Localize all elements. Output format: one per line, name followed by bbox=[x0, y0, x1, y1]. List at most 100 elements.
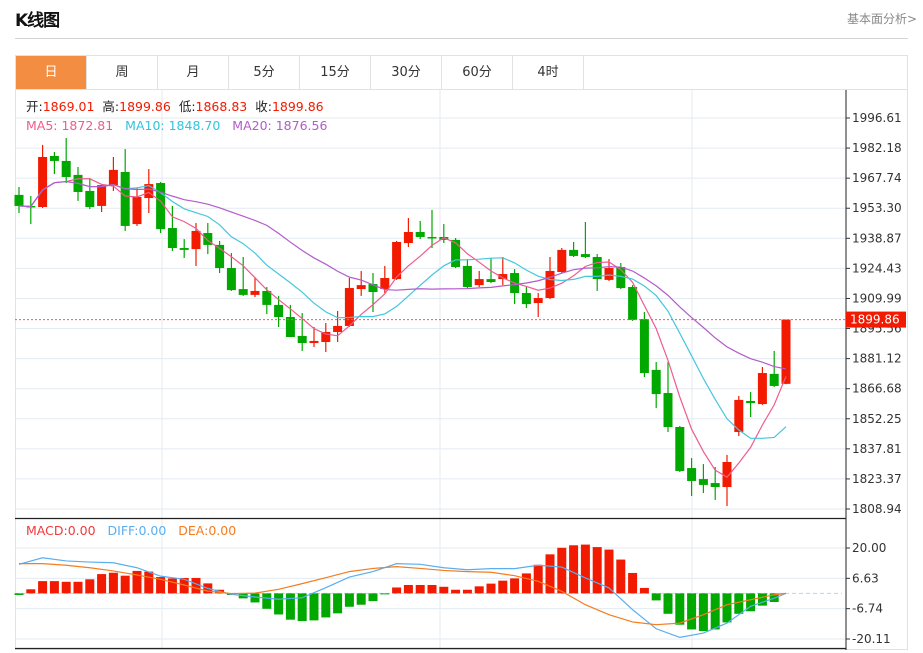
candle-up bbox=[144, 169, 154, 214]
candle-body bbox=[521, 293, 531, 305]
candle-up bbox=[191, 223, 201, 266]
candle-down bbox=[61, 138, 71, 184]
macd-bar-negative bbox=[274, 593, 284, 615]
candle-down bbox=[120, 149, 130, 231]
last-price-label: 1899.86 bbox=[850, 313, 900, 327]
candle-body bbox=[769, 373, 779, 386]
candle-body bbox=[557, 249, 567, 272]
candle-body bbox=[415, 231, 425, 237]
candle-body bbox=[333, 325, 343, 332]
macd-bar-negative bbox=[309, 593, 319, 621]
candle-down bbox=[628, 285, 638, 321]
price-tick-label: 1837.81 bbox=[852, 442, 902, 456]
candle-body bbox=[427, 236, 437, 239]
macd-bar-negative bbox=[368, 593, 378, 602]
candle-body bbox=[297, 335, 307, 344]
candle-down bbox=[415, 220, 425, 240]
price-tick-label: 1967.74 bbox=[852, 171, 902, 185]
candle-down bbox=[427, 209, 437, 249]
macd-bar-positive bbox=[97, 574, 107, 594]
candle-body bbox=[663, 393, 673, 427]
macd-bar-positive bbox=[415, 584, 425, 594]
macd-tick-label: -20.11 bbox=[852, 632, 891, 646]
price-tick-label: 1996.61 bbox=[852, 111, 902, 125]
kline-chart[interactable]: 1996.61 1982.18 1967.74 1953.30 1938.87 1924.… bbox=[0, 0, 923, 653]
macd-bar-positive bbox=[144, 571, 154, 594]
candle-body bbox=[49, 155, 59, 161]
candle-body bbox=[569, 249, 579, 256]
macd-bar-positive bbox=[533, 564, 543, 594]
price-tick-label: 1866.68 bbox=[852, 382, 902, 396]
macd-bar-positive bbox=[85, 579, 95, 594]
candle-body bbox=[403, 231, 413, 244]
macd-bar-positive bbox=[26, 589, 36, 594]
candle-down bbox=[651, 361, 661, 409]
candle-down bbox=[274, 295, 284, 327]
candle-body bbox=[120, 171, 130, 226]
macd-bar-positive bbox=[462, 589, 472, 594]
candle-body bbox=[132, 196, 142, 225]
macd-bar-positive bbox=[592, 547, 602, 594]
candle-body bbox=[108, 169, 118, 186]
candle-up bbox=[403, 218, 413, 247]
candle-body bbox=[226, 268, 236, 291]
ohlc-legend: 开:1869.01 高:1899.86 低:1868.83 收:1899.86 bbox=[26, 99, 324, 114]
candle-up bbox=[781, 319, 791, 385]
candle-body bbox=[698, 479, 708, 485]
candle-body bbox=[85, 190, 95, 207]
macd-bar-positive bbox=[49, 581, 59, 594]
candle-body bbox=[545, 270, 555, 299]
candle-body bbox=[533, 298, 543, 304]
candle-down bbox=[462, 259, 472, 289]
macd-bar-positive bbox=[392, 587, 402, 594]
macd-bar-negative bbox=[675, 593, 685, 625]
macd-bar-negative bbox=[321, 593, 331, 618]
candle-body bbox=[380, 278, 390, 290]
macd-bar-positive bbox=[73, 581, 83, 594]
candle-body bbox=[309, 340, 319, 344]
macd-bar-negative bbox=[663, 593, 673, 614]
price-tick-label: 1982.18 bbox=[852, 141, 902, 155]
macd-bar-positive bbox=[38, 581, 48, 594]
candle-body bbox=[651, 369, 661, 395]
candle-down bbox=[156, 181, 166, 234]
macd-bar-positive bbox=[498, 580, 508, 594]
candle-up bbox=[474, 270, 484, 287]
macd-bar-negative bbox=[651, 593, 661, 601]
grid bbox=[15, 90, 846, 648]
candle-body bbox=[746, 400, 756, 404]
candle-body bbox=[687, 468, 697, 481]
macd-bar-positive bbox=[167, 578, 177, 594]
candle-down bbox=[746, 391, 756, 417]
macd-bar-negative bbox=[262, 593, 272, 609]
candle-body bbox=[628, 286, 638, 320]
candle-body bbox=[191, 230, 201, 250]
price-tick-label: 1852.25 bbox=[852, 412, 902, 426]
macd-tick-label: 6.63 bbox=[852, 571, 879, 585]
candle-up bbox=[498, 256, 508, 286]
candle-up bbox=[557, 248, 567, 274]
macd-bar-negative bbox=[698, 593, 708, 632]
candle-up bbox=[321, 323, 331, 352]
macd-bar-negative bbox=[734, 593, 744, 614]
candle-down bbox=[675, 425, 685, 472]
candle-body bbox=[97, 185, 107, 206]
candle-body bbox=[179, 248, 189, 250]
candle-down bbox=[85, 178, 95, 210]
candle-up bbox=[356, 270, 366, 296]
price-tick-label: 1953.30 bbox=[852, 201, 902, 215]
candle-up bbox=[757, 366, 767, 405]
macd-bar-positive bbox=[120, 575, 130, 594]
macd-bar-negative bbox=[285, 593, 295, 620]
macd-axis: 20.00 6.63 -6.74 -20.11 bbox=[846, 541, 891, 646]
candle-down bbox=[663, 361, 673, 432]
macd-bar-negative bbox=[687, 593, 697, 630]
macd-bar-positive bbox=[486, 583, 496, 594]
candle-body bbox=[451, 239, 461, 267]
candle-body bbox=[639, 319, 649, 374]
macd-bar-positive bbox=[61, 581, 71, 594]
macd-bar-negative bbox=[250, 593, 260, 603]
candle-body bbox=[781, 319, 791, 384]
candle-body bbox=[486, 279, 496, 282]
price-tick-label: 1808.94 bbox=[852, 502, 902, 516]
